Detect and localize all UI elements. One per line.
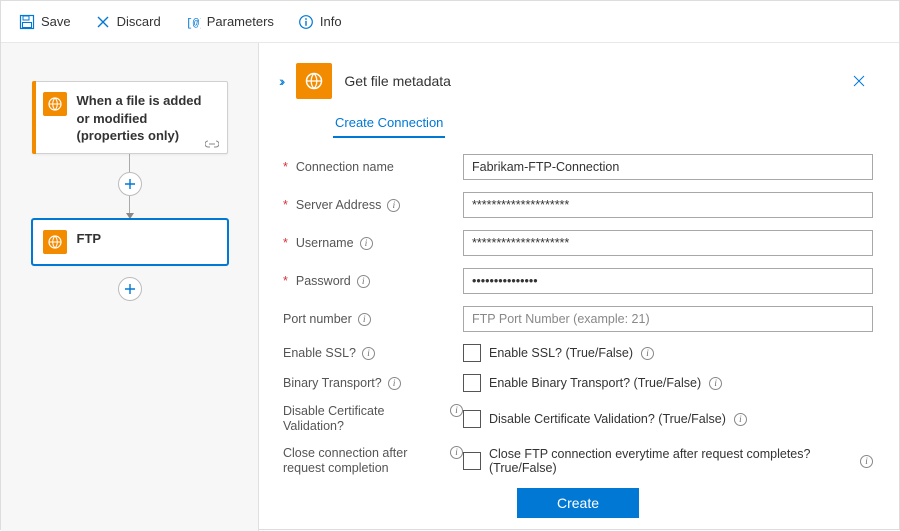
tab-create-connection[interactable]: Create Connection bbox=[333, 109, 445, 138]
info-icon[interactable]: i bbox=[360, 237, 373, 250]
required-icon: * bbox=[283, 274, 288, 289]
designer-canvas: When a file is added or modified (proper… bbox=[1, 43, 259, 531]
info-icon[interactable]: i bbox=[387, 199, 400, 212]
info-icon bbox=[298, 14, 314, 30]
info-icon[interactable]: i bbox=[362, 347, 375, 360]
info-icon[interactable]: i bbox=[734, 413, 747, 426]
ftp-icon bbox=[296, 63, 332, 99]
create-button[interactable]: Create bbox=[517, 488, 639, 518]
info-label: Info bbox=[320, 14, 342, 29]
binary-checkbox[interactable] bbox=[463, 374, 481, 392]
server-address-input[interactable] bbox=[463, 192, 873, 218]
info-icon[interactable]: i bbox=[358, 313, 371, 326]
parameters-label: Parameters bbox=[207, 14, 274, 29]
parameters-icon: [@] bbox=[185, 14, 201, 30]
panel-title: Get file metadata bbox=[344, 73, 833, 89]
save-button[interactable]: Save bbox=[9, 8, 81, 36]
label-close: Close connection after request completio… bbox=[283, 446, 444, 476]
label-connection-name: Connection name bbox=[296, 160, 394, 175]
label-username: Username bbox=[296, 236, 354, 251]
info-icon[interactable]: i bbox=[450, 446, 463, 459]
close-cb-label: Close FTP connection everytime after req… bbox=[489, 447, 852, 475]
toolbar: Save Discard [@] Parameters Info bbox=[1, 1, 899, 43]
add-step-button[interactable] bbox=[118, 277, 142, 301]
main: When a file is added or modified (proper… bbox=[1, 43, 899, 531]
ftp-icon bbox=[43, 230, 67, 254]
action-card-ftp[interactable]: FTP bbox=[32, 219, 228, 265]
close-button[interactable] bbox=[845, 69, 873, 93]
add-step-button[interactable] bbox=[118, 172, 142, 196]
label-cert: Disable Certificate Validation? bbox=[283, 404, 444, 434]
required-icon: * bbox=[283, 198, 288, 213]
connector-line bbox=[129, 154, 130, 172]
save-icon bbox=[19, 14, 35, 30]
ssl-cb-label: Enable SSL? (True/False) bbox=[489, 346, 633, 360]
label-binary: Binary Transport? bbox=[283, 376, 382, 391]
close-checkbox[interactable] bbox=[463, 452, 481, 470]
connection-name-input[interactable] bbox=[463, 154, 873, 180]
password-input[interactable] bbox=[463, 268, 873, 294]
info-button[interactable]: Info bbox=[288, 8, 352, 36]
label-password: Password bbox=[296, 274, 351, 289]
ftp-icon bbox=[43, 92, 67, 116]
info-icon[interactable]: i bbox=[357, 275, 370, 288]
trigger-card[interactable]: When a file is added or modified (proper… bbox=[32, 81, 228, 154]
discard-label: Discard bbox=[117, 14, 161, 29]
required-icon: * bbox=[283, 160, 288, 175]
collapse-button[interactable]: ›› bbox=[279, 73, 282, 89]
label-ssl: Enable SSL? bbox=[283, 346, 356, 361]
cert-checkbox[interactable] bbox=[463, 410, 481, 428]
action-title: FTP bbox=[77, 230, 102, 254]
connector-line bbox=[129, 196, 130, 214]
parameters-button[interactable]: [@] Parameters bbox=[175, 8, 284, 36]
label-server-address: Server Address bbox=[296, 198, 381, 213]
username-input[interactable] bbox=[463, 230, 873, 256]
svg-text:[@]: [@] bbox=[186, 18, 201, 30]
ssl-checkbox[interactable] bbox=[463, 344, 481, 362]
config-panel: ›› Get file metadata Create Connection *… bbox=[259, 43, 899, 531]
required-icon: * bbox=[283, 236, 288, 251]
cert-cb-label: Disable Certificate Validation? (True/Fa… bbox=[489, 412, 726, 426]
discard-icon bbox=[95, 14, 111, 30]
label-port: Port number bbox=[283, 312, 352, 327]
info-icon[interactable]: i bbox=[709, 377, 722, 390]
discard-button[interactable]: Discard bbox=[85, 8, 171, 36]
info-icon[interactable]: i bbox=[388, 377, 401, 390]
trigger-title: When a file is added or modified (proper… bbox=[77, 92, 217, 145]
arrow-down-icon bbox=[126, 213, 134, 219]
port-input[interactable] bbox=[463, 306, 873, 332]
link-icon bbox=[205, 139, 219, 149]
info-icon[interactable]: i bbox=[641, 347, 654, 360]
info-icon[interactable]: i bbox=[860, 455, 873, 468]
binary-cb-label: Enable Binary Transport? (True/False) bbox=[489, 376, 701, 390]
info-icon[interactable]: i bbox=[450, 404, 463, 417]
save-label: Save bbox=[41, 14, 71, 29]
